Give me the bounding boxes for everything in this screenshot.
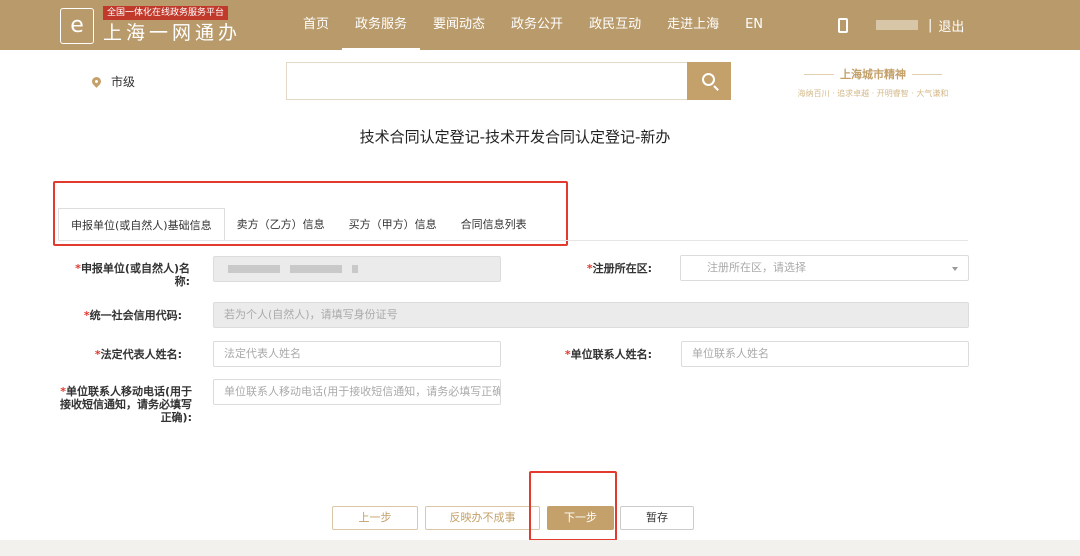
tab-buyer-info[interactable]: 买方（甲方）信息	[337, 208, 449, 241]
legal-rep-input[interactable]: 法定代表人姓名	[213, 341, 501, 367]
district-placeholder: 注册所在区，请选择	[707, 261, 806, 274]
search-icon	[702, 73, 715, 86]
logo-name: 上海一网通办	[103, 22, 242, 44]
nav-english[interactable]: EN	[732, 0, 776, 50]
user-name-redacted	[876, 20, 918, 30]
applicant-name-field[interactable]	[213, 256, 501, 282]
logo-icon: e	[60, 8, 94, 44]
location-label: 市级	[111, 75, 136, 89]
slogan-subtitle: 海纳百川 · 追求卓越 · 开明睿智 · 大气谦和	[797, 89, 949, 98]
main-nav: 首页 政务服务 要闻动态 政务公开 政民互动 走进上海 EN	[290, 0, 776, 50]
prev-step-button[interactable]: 上一步	[332, 506, 418, 530]
nav-about-shanghai[interactable]: 走进上海	[654, 0, 732, 50]
location-selector[interactable]: 市级	[90, 73, 136, 90]
credit-code-label: *统一社会信用代码:	[83, 309, 182, 322]
legal-rep-placeholder: 法定代表人姓名	[224, 347, 301, 360]
logo-tagline: 全国一体化在线政务服务平台	[103, 6, 229, 20]
nav-home[interactable]: 首页	[290, 0, 342, 50]
contact-name-label: *单位联系人姓名:	[564, 348, 652, 361]
nav-gov-affairs[interactable]: 政务公开	[498, 0, 576, 50]
page-title: 技术合同认定登记-技术开发合同认定登记-新办	[359, 128, 671, 146]
next-button-highlight-box	[529, 471, 617, 541]
mobile-icon[interactable]	[838, 17, 848, 33]
location-pin-icon	[90, 75, 103, 88]
user-area: | 退出	[838, 0, 964, 50]
footer-strip	[0, 540, 1080, 556]
district-select[interactable]: 注册所在区，请选择	[680, 255, 969, 281]
contact-phone-label: *单位联系人移动电话(用于接收短信通知，请务必填写正确):	[60, 385, 192, 424]
form-tabs: 申报单位(或自然人)基础信息 卖方（乙方）信息 买方（甲方）信息 合同信息列表	[58, 208, 539, 241]
tab-contract-list[interactable]: 合同信息列表	[449, 208, 539, 241]
tab-seller-info[interactable]: 卖方（乙方）信息	[225, 208, 337, 241]
save-draft-button[interactable]: 暂存	[620, 506, 694, 530]
contact-name-input[interactable]: 单位联系人姓名	[681, 341, 969, 367]
top-header: e 全国一体化在线政务服务平台 上海一网通办 首页 政务服务 要闻动态 政务公开…	[0, 0, 1080, 50]
tab-divider	[58, 240, 968, 241]
nav-news[interactable]: 要闻动态	[420, 0, 498, 50]
search-input[interactable]	[286, 62, 688, 100]
credit-code-field[interactable]: 若为个人(自然人)，请填写身份证号	[213, 302, 969, 328]
logout-link[interactable]: 退出	[938, 16, 964, 35]
nav-interaction[interactable]: 政民互动	[576, 0, 654, 50]
header-separator: |	[928, 17, 933, 33]
legal-rep-label: *法定代表人姓名:	[94, 348, 182, 361]
contact-phone-input[interactable]: 单位联系人移动电话(用于接收短信通知，请务必填写正确)	[213, 379, 501, 405]
district-label: *注册所在区:	[586, 262, 652, 275]
applicant-name-label: *申报单位(或自然人)名称:	[75, 262, 190, 288]
report-issue-button[interactable]: 反映办不成事	[425, 506, 540, 530]
contact-phone-placeholder: 单位联系人移动电话(用于接收短信通知，请务必填写正确)	[224, 385, 501, 398]
credit-code-placeholder: 若为个人(自然人)，请填写身份证号	[224, 308, 398, 321]
search-button[interactable]	[687, 62, 731, 100]
tab-applicant-info[interactable]: 申报单位(或自然人)基础信息	[58, 208, 225, 241]
contact-name-placeholder: 单位联系人姓名	[692, 347, 769, 360]
city-slogan: 上海城市精神 海纳百川 · 追求卓越 · 开明睿智 · 大气谦和	[778, 66, 968, 99]
nav-gov-services[interactable]: 政务服务	[342, 0, 421, 50]
site-logo[interactable]: e 全国一体化在线政务服务平台 上海一网通办	[60, 6, 240, 46]
applicant-name-redacted	[228, 265, 358, 273]
chevron-down-icon	[952, 267, 958, 271]
slogan-title: 上海城市精神	[778, 66, 968, 82]
